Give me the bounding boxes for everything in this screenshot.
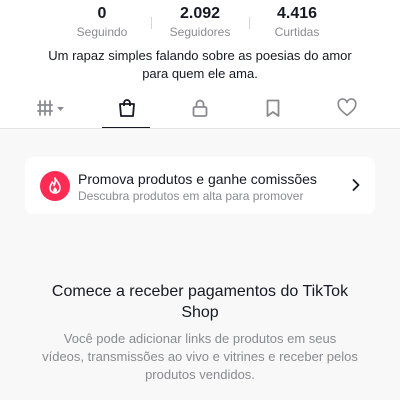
bookmark-icon <box>262 97 284 124</box>
profile-bio: Um rapaz simples falando sobre as poesia… <box>0 47 400 83</box>
grid-icon <box>37 98 67 123</box>
tab-saved[interactable] <box>248 92 298 128</box>
lock-icon <box>189 97 211 124</box>
profile-tabs <box>0 92 400 129</box>
followers-count: 2.092 <box>179 5 221 22</box>
empty-desc-line: produtos vendidos. <box>145 367 255 382</box>
empty-state-title: Comece a receber pagamentos do TikTok Sh… <box>20 281 380 323</box>
followers-stat[interactable]: 2.092 Seguidores <box>145 4 255 40</box>
bio-line: Um rapaz simples falando sobre as poesia… <box>48 48 352 63</box>
tab-shop[interactable] <box>102 92 152 129</box>
following-count: 0 <box>97 5 107 22</box>
followers-label: Seguidores <box>169 25 231 39</box>
empty-desc-line: vídeos, transmissões ao vivo e vitrines … <box>42 349 358 364</box>
shopping-bag-icon <box>116 97 138 124</box>
tab-private[interactable] <box>175 92 225 128</box>
promo-title: Promova produtos e ganhe comissões <box>78 171 317 187</box>
tab-videos-grid[interactable] <box>27 92 77 128</box>
heart-icon <box>336 97 358 124</box>
tab-liked[interactable] <box>322 92 372 128</box>
empty-state-description: Você pode adicionar links de produtos em… <box>30 330 370 384</box>
promo-subtitle: Descubra produtos em alta para promover <box>78 189 304 203</box>
following-stat[interactable]: 0 Seguindo <box>47 4 157 40</box>
profile-stats: 0 Seguindo 2.092 Seguidores 4.416 Curtid… <box>0 4 400 44</box>
likes-count: 4.416 <box>276 5 318 22</box>
likes-stat[interactable]: 4.416 Curtidas <box>242 4 352 40</box>
empty-title-line: Shop <box>181 304 219 321</box>
flame-icon <box>40 171 70 201</box>
bio-line: para quem ele ama. <box>142 66 258 81</box>
promote-products-card[interactable]: Promova produtos e ganhe comissões Descu… <box>25 157 375 214</box>
chevron-right-icon <box>351 178 361 197</box>
empty-desc-line: Você pode adicionar links de produtos em… <box>63 331 337 346</box>
empty-title-line: Comece a receber pagamentos do TikTok <box>51 283 349 300</box>
following-label: Seguindo <box>76 25 128 39</box>
likes-label: Curtidas <box>274 25 320 39</box>
